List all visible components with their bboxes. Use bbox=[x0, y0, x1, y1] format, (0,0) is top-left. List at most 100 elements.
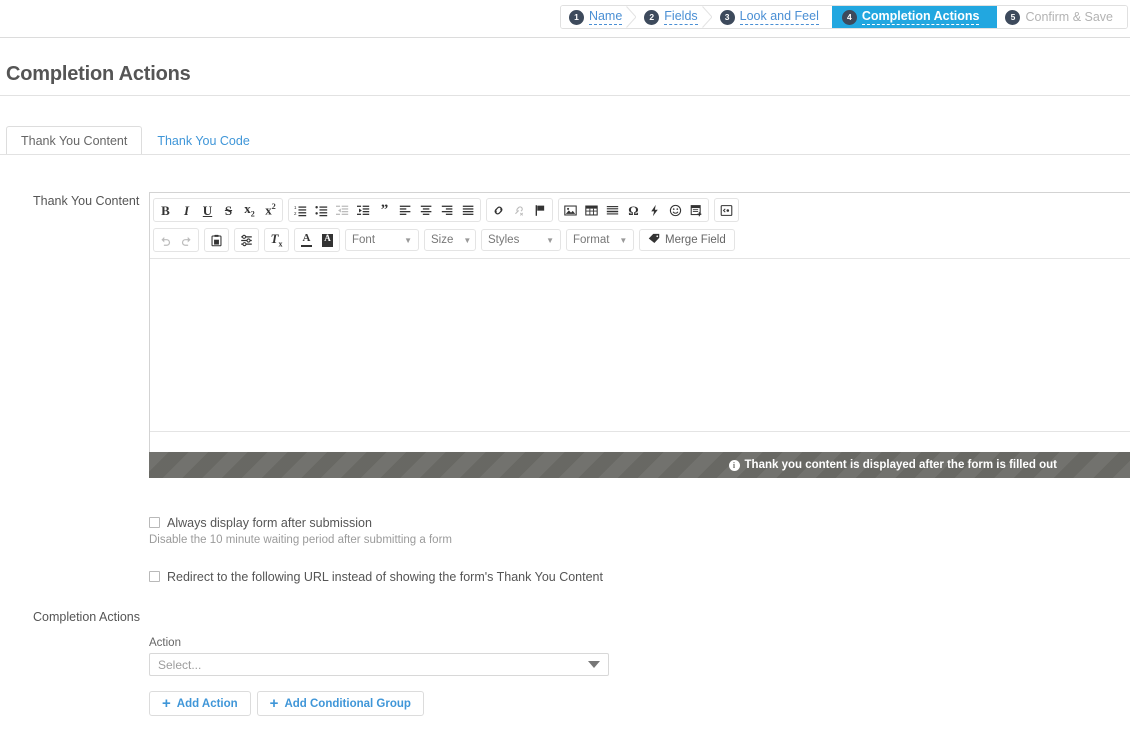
wizard-step-label: Fields bbox=[664, 9, 698, 25]
anchor-flag-icon[interactable] bbox=[530, 200, 551, 220]
align-center-icon[interactable] bbox=[416, 200, 437, 220]
tag-icon bbox=[648, 232, 660, 248]
size-select-label: Size bbox=[431, 234, 454, 246]
strikethrough-icon[interactable]: S bbox=[218, 200, 239, 220]
paste-icon[interactable] bbox=[206, 230, 227, 250]
italic-icon[interactable]: I bbox=[176, 200, 197, 220]
align-left-icon[interactable] bbox=[395, 200, 416, 220]
tab-label: Thank You Content bbox=[21, 134, 128, 148]
button-label: Add Action bbox=[176, 697, 238, 710]
thank-you-content-label: Thank You Content bbox=[33, 194, 140, 208]
toolbar-group-text-style: B I U Sx2 x2 bbox=[153, 198, 283, 222]
toolbar-group-paste bbox=[204, 228, 229, 252]
underline-icon[interactable]: U bbox=[197, 200, 218, 220]
toolbar-group-paragraph: 1 2 ” bbox=[288, 198, 481, 222]
styles-select-label: Styles bbox=[488, 234, 520, 246]
blockquote-icon[interactable]: ” bbox=[374, 200, 395, 220]
completion-action-buttons: + Add Action + Add Conditional Group bbox=[149, 691, 424, 716]
always-display-label: Always display form after submission bbox=[167, 516, 372, 530]
title-divider bbox=[0, 95, 1130, 96]
outdent-icon bbox=[332, 200, 353, 220]
wizard-step-4[interactable]: 4 Completion Actions bbox=[831, 6, 1008, 28]
font-select[interactable]: Font ▼ bbox=[345, 229, 419, 251]
link-icon[interactable] bbox=[488, 200, 509, 220]
toolbar-group-paste-options bbox=[234, 228, 259, 252]
templates-icon[interactable] bbox=[686, 200, 707, 220]
align-justify-icon[interactable] bbox=[458, 200, 479, 220]
wizard-step-label: Name bbox=[588, 9, 623, 25]
editor-content-area[interactable] bbox=[150, 258, 1130, 431]
toolbar-group-colors: AA bbox=[294, 228, 340, 252]
table-icon[interactable] bbox=[581, 200, 602, 220]
button-label: Add Conditional Group bbox=[284, 697, 411, 710]
wizard-step-number: 5 bbox=[1005, 9, 1021, 25]
bold-icon[interactable]: B bbox=[155, 200, 176, 220]
source-code-icon[interactable] bbox=[716, 200, 737, 220]
background-color-icon[interactable]: A bbox=[317, 230, 338, 250]
wizard-step-label: Look and Feel bbox=[739, 9, 819, 25]
editor-toolbar-row-1: B I U Sx2 x2 1 2 ” Ω bbox=[150, 193, 1130, 225]
toolbar-group-remove-format: Tx bbox=[264, 228, 289, 252]
toolbar-group-history bbox=[153, 228, 199, 252]
wizard-steps: 1 Name 2 Fields 3 Look and Feel 4 Completion Ac… bbox=[559, 5, 1128, 29]
plus-icon: + bbox=[269, 695, 279, 712]
toolbar-group-links bbox=[486, 198, 553, 222]
size-select[interactable]: Size ▼ bbox=[424, 229, 476, 251]
always-display-help-text: Disable the 10 minute waiting period aft… bbox=[149, 534, 452, 546]
format-select[interactable]: Format ▼ bbox=[566, 229, 634, 251]
tab-bar: Thank You Content Thank You Code bbox=[6, 126, 265, 155]
horizontal-rule-icon[interactable] bbox=[602, 200, 623, 220]
undo-icon bbox=[155, 230, 176, 250]
editor-content-area-footer[interactable] bbox=[150, 431, 1130, 453]
action-select-value: Select... bbox=[158, 657, 202, 672]
styles-select[interactable]: Styles ▼ bbox=[481, 229, 561, 251]
indent-icon[interactable] bbox=[353, 200, 374, 220]
wizard-step-5[interactable]: 5 Confirm & Save bbox=[997, 6, 1127, 28]
text-color-icon[interactable]: A bbox=[296, 230, 317, 250]
tab-thank-you-code[interactable]: Thank You Code bbox=[142, 126, 264, 155]
bulleted-list-icon[interactable] bbox=[311, 200, 332, 220]
svg-text:2: 2 bbox=[294, 210, 297, 215]
add-conditional-group-button[interactable]: + Add Conditional Group bbox=[256, 691, 424, 716]
page-title: Completion Actions bbox=[6, 63, 191, 85]
redirect-checkbox[interactable] bbox=[149, 571, 160, 582]
svg-text:1: 1 bbox=[294, 204, 297, 209]
special-character-icon[interactable]: Ω bbox=[623, 200, 644, 220]
wizard-step-3[interactable]: 3 Look and Feel bbox=[711, 6, 833, 28]
wizard-step-label: Completion Actions bbox=[861, 9, 980, 25]
wizard-step-number: 1 bbox=[568, 9, 584, 25]
plus-icon: + bbox=[162, 695, 171, 712]
superscript-icon[interactable]: x2 bbox=[260, 200, 281, 220]
redo-icon bbox=[176, 230, 197, 250]
wizard-bar: 1 Name 2 Fields 3 Look and Feel 4 Completion Ac… bbox=[0, 0, 1130, 30]
action-select[interactable]: Select... bbox=[149, 653, 609, 676]
page-break-icon[interactable] bbox=[644, 200, 665, 220]
tab-thank-you-content[interactable]: Thank You Content bbox=[6, 126, 143, 155]
action-label: Action bbox=[149, 637, 181, 649]
editor-status-bar: i Thank you content is displayed after t… bbox=[149, 452, 1130, 478]
image-icon[interactable] bbox=[560, 200, 581, 220]
redirect-checkbox-row[interactable]: Redirect to the following URL instead of… bbox=[149, 570, 603, 584]
merge-field-button[interactable]: Merge Field bbox=[639, 229, 735, 251]
align-right-icon[interactable] bbox=[437, 200, 458, 220]
always-display-checkbox-row[interactable]: Always display form after submission bbox=[149, 516, 372, 530]
numbered-list-icon[interactable]: 12 bbox=[290, 200, 311, 220]
wizard-step-number: 3 bbox=[719, 9, 735, 25]
toolbar-group-insert: Ω bbox=[558, 198, 709, 222]
rich-text-editor[interactable]: B I U Sx2 x2 1 2” Ω Tx A A Font ▼ Size ▼ Styles ▼ Format… bbox=[149, 192, 1130, 454]
subscript-icon[interactable]: x2 bbox=[239, 200, 260, 220]
format-select-label: Format bbox=[573, 234, 610, 246]
remove-format-icon[interactable]: Tx bbox=[266, 230, 287, 250]
add-action-button[interactable]: + Add Action bbox=[149, 691, 251, 716]
merge-field-label: Merge Field bbox=[665, 234, 726, 246]
chevron-down-icon: ▼ bbox=[546, 235, 554, 245]
paste-options-icon[interactable] bbox=[236, 230, 257, 250]
tab-label: Thank You Code bbox=[157, 134, 250, 148]
chevron-down-icon: ▼ bbox=[619, 235, 628, 245]
smiley-icon[interactable] bbox=[665, 200, 686, 220]
wizard-step-2[interactable]: 2 Fields bbox=[636, 6, 713, 28]
chevron-down-icon: ▼ bbox=[404, 235, 412, 245]
redirect-label: Redirect to the following URL instead of… bbox=[167, 570, 603, 584]
always-display-checkbox[interactable] bbox=[149, 517, 160, 528]
wizard-step-1[interactable]: 1 Name bbox=[560, 6, 637, 28]
